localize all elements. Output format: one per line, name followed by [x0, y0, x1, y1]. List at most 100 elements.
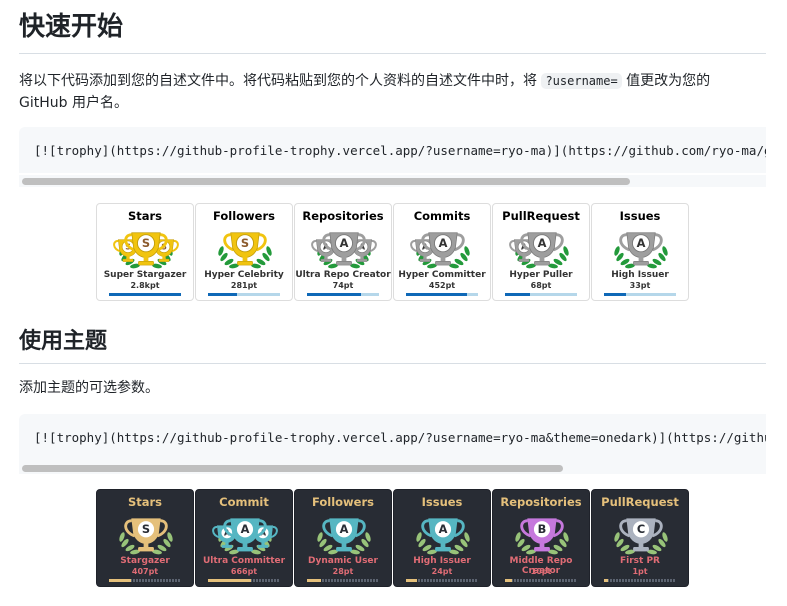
- trophy-title: Stars: [127, 495, 163, 509]
- trophy-card-followers: Followers A Dynamic User 28pt: [294, 489, 392, 587]
- trophy-card-issues: Issues A High Issuer 33pt: [591, 203, 689, 301]
- trophy-points: 281pt: [230, 281, 258, 290]
- trophy-name: Ultra Repo Creator: [295, 270, 391, 280]
- trophy-graphic: B: [515, 518, 569, 555]
- trophy-card-pullrequest: PullRequest C First PR 1pt: [591, 489, 689, 587]
- rank-letter: S: [142, 236, 150, 250]
- progress-fill: [208, 579, 252, 582]
- trophy-title: PullRequest: [502, 209, 580, 223]
- theme-heading: 使用主题: [19, 329, 108, 354]
- trophy-graphic: A: [416, 518, 470, 555]
- trophy-progress-bar: [406, 579, 478, 582]
- code-scrollbar-theme[interactable]: [19, 462, 766, 474]
- trophy-title: Repositories: [500, 495, 582, 509]
- heading-rule: [19, 363, 766, 364]
- trophy-graphic: A: [317, 518, 371, 555]
- code-scrollbar-basic[interactable]: [19, 175, 766, 187]
- rank-letter: S: [142, 522, 150, 536]
- trophy-name: Stargazer: [120, 556, 170, 566]
- theme-paragraph: 添加主题的可选参数。: [19, 380, 159, 396]
- progress-fill: [406, 579, 417, 582]
- trophy-title: Stars: [127, 209, 163, 223]
- quick-start-paragraph: 将以下代码添加到您的自述文件中。将代码粘贴到您的个人资料的自述文件中时，将 ?u…: [19, 70, 739, 114]
- progress-fill: [505, 293, 531, 296]
- rank-letter: A: [340, 236, 349, 250]
- trophy-card-commit: Commit A A A Ultra Committer 666pt: [195, 489, 293, 587]
- trophy-name: Hyper Committer: [398, 270, 486, 280]
- trophy-name: High Issuer: [611, 270, 669, 280]
- trophy-title: Commits: [413, 209, 471, 223]
- rank-letter: A: [439, 236, 448, 250]
- rank-letter: A: [439, 522, 448, 536]
- trophy-name: Ultra Committer: [202, 556, 286, 566]
- trophy-points: 666pt: [230, 567, 258, 576]
- trophy-points: 407pt: [131, 567, 159, 576]
- trophy-title: Commit: [219, 495, 269, 509]
- trophy-progress-bar: [109, 579, 181, 582]
- trophy-progress-bar: [307, 579, 379, 582]
- trophy-progress-bar: [505, 293, 577, 296]
- paragraph-text: 将以下代码添加到您的自述文件中。将代码粘贴到您的个人资料的自述文件中时，将: [19, 73, 542, 89]
- trophy-progress-bar: [208, 293, 280, 296]
- trophy-card-repositories: Repositories A A A Ultra Repo Creator 74pt: [294, 203, 392, 301]
- trophy-card-repositories: Repositories B Middle Repo Creator 10pt: [492, 489, 590, 587]
- rank-letter: C: [637, 522, 645, 536]
- code-text-basic: [![trophy](https://github-profile-trophy…: [34, 143, 766, 158]
- trophy-graphic: S: [218, 232, 272, 269]
- progress-fill: [604, 579, 608, 582]
- progress-fill: [109, 579, 131, 582]
- rank-letter: A: [538, 236, 547, 250]
- trophy-name: Hyper Celebrity: [204, 270, 284, 280]
- trophy-card-pullrequest: PullRequest A A Hyper Puller 68pt: [492, 203, 590, 301]
- rank-letter: A: [637, 236, 646, 250]
- trophy-progress-bar: [109, 293, 181, 296]
- scrollbar-thumb[interactable]: [22, 465, 563, 472]
- trophy-card-issues: Issues A High Issuer 24pt: [393, 489, 491, 587]
- trophy-progress-bar: [604, 579, 676, 582]
- trophy-card-followers: Followers S Hyper Celebrity 281pt: [195, 203, 293, 301]
- code-block-theme[interactable]: [![trophy](https://github-profile-trophy…: [19, 414, 766, 462]
- trophy-graphic: A AA: [212, 518, 278, 555]
- trophy-progress-bar: [604, 293, 676, 296]
- trophy-points: 28pt: [332, 567, 354, 576]
- trophy-graphic: A AA: [311, 232, 377, 269]
- trophy-card-stars: Stars S S S Super Stargazer 2.8kpt: [96, 203, 194, 301]
- rank-letter: A: [340, 522, 349, 536]
- trophy-title: Followers: [311, 495, 374, 509]
- rank-letter: B: [538, 522, 547, 536]
- trophy-name: First PR: [620, 556, 660, 566]
- trophy-title: Repositories: [302, 209, 384, 223]
- progress-fill: [208, 293, 237, 296]
- trophy-graphic: C: [614, 518, 668, 555]
- trophy-points: 1pt: [632, 567, 648, 576]
- scrollbar-thumb[interactable]: [22, 178, 630, 185]
- trophy-title: PullRequest: [601, 495, 679, 509]
- trophy-card-stars: Stars S Stargazer 407pt: [96, 489, 194, 587]
- trophy-name: Super Stargazer: [103, 270, 187, 280]
- rank-letter: S: [241, 236, 249, 250]
- trophy-graphic: S: [119, 518, 173, 555]
- code-block-basic[interactable]: [![trophy](https://github-profile-trophy…: [19, 127, 766, 173]
- trophy-title: Issues: [619, 209, 661, 223]
- trophy-title: Issues: [421, 495, 463, 509]
- trophy-progress-bar: [505, 579, 577, 582]
- trophy-points: 10pt: [530, 567, 552, 576]
- trophy-card-commits: Commits A A Hyper Committer 452pt: [393, 203, 491, 301]
- trophy-graphic: A: [614, 232, 668, 269]
- quick-start-heading: 快速开始: [19, 12, 124, 42]
- trophy-progress-bar: [208, 579, 280, 582]
- code-text-theme: [![trophy](https://github-profile-trophy…: [34, 430, 766, 445]
- trophy-points: 33pt: [629, 281, 651, 290]
- trophy-progress-bar: [307, 293, 379, 296]
- progress-fill: [505, 579, 513, 582]
- progress-fill: [604, 293, 626, 296]
- trophy-points: 24pt: [431, 567, 453, 576]
- progress-fill: [307, 579, 322, 582]
- trophy-graphic: S SS: [113, 232, 179, 269]
- trophy-points: 2.8kpt: [130, 281, 160, 290]
- rank-letter: A: [241, 522, 250, 536]
- trophy-progress-bar: [406, 293, 478, 296]
- username-param-code: ?username=: [541, 73, 622, 89]
- trophy-name: Hyper Puller: [509, 270, 573, 280]
- trophy-points: 68pt: [530, 281, 552, 290]
